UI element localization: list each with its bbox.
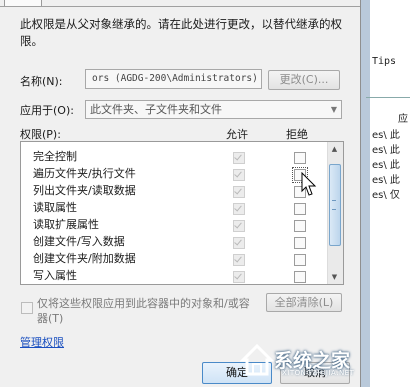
apply-to-select[interactable]: 此文件夹、子文件夹和文件 ▼	[85, 100, 342, 119]
allow-checkbox[interactable]	[233, 203, 245, 215]
background-row: es\ 此	[372, 175, 400, 186]
chevron-down-icon: ▼	[330, 105, 337, 114]
manage-permissions-link[interactable]: 管理权限	[20, 334, 64, 350]
allow-checkbox[interactable]	[233, 220, 245, 232]
permission-label: 读取扩展属性	[33, 218, 99, 231]
deny-checkbox[interactable]	[294, 220, 306, 232]
allow-checkbox[interactable]	[233, 152, 245, 164]
apply-only-label: 仅将这些权限应用到此容器中的对象和/或容器(T)	[37, 297, 250, 325]
deny-checkbox[interactable]	[294, 203, 306, 215]
permissions-label: 权限(P):	[20, 128, 61, 141]
background-row: es\ 仅	[372, 190, 400, 201]
allow-checkbox[interactable]	[233, 237, 245, 249]
allow-checkbox[interactable]	[233, 169, 245, 181]
watermark-subtext: XITONGZHIJIA.NET	[282, 369, 355, 377]
scroll-thumb-grip-icon	[332, 200, 336, 210]
deny-header: 拒绝	[286, 128, 308, 141]
deny-checkbox[interactable]	[294, 237, 306, 249]
permission-row: 遍历文件夹/执行文件	[21, 165, 327, 183]
permissions-list: 完全控制 遍历文件夹/执行文件 列出文件夹/读取数据 读取属性 读取扩展属性 创…	[20, 141, 344, 285]
permission-row: 列出文件夹/读取数据	[21, 182, 327, 199]
apply-only-checkbox[interactable]	[21, 302, 33, 314]
name-field[interactable]: ors (AGDG-200\Administrators)	[85, 69, 262, 89]
allow-checkbox[interactable]	[233, 271, 245, 283]
mouse-cursor-icon	[301, 172, 317, 196]
allow-checkbox[interactable]	[233, 254, 245, 266]
deny-checkbox[interactable]	[294, 271, 306, 283]
permission-entry-dialog: 此权限是从父对象继承的。请在此处进行更改，以替代继承的权限。 名称(N): or…	[0, 0, 361, 387]
permission-row: 读取扩展属性	[21, 216, 327, 233]
permission-row: 完全控制	[21, 148, 327, 165]
permission-label: 读取属性	[33, 201, 77, 214]
permission-label: 遍历文件夹/执行文件	[33, 167, 136, 180]
permission-row: 创建文件夹/附加数据	[21, 250, 327, 267]
deny-checkbox[interactable]	[294, 254, 306, 266]
permission-label: 写入属性	[33, 269, 77, 282]
background-column-char: 应	[398, 114, 408, 125]
allow-checkbox[interactable]	[233, 186, 245, 198]
background-row: es\ 此	[372, 160, 400, 171]
scroll-down-arrow-icon[interactable]: ▼	[327, 270, 342, 284]
site-watermark: 系统之家 XITONGZHIJIA.NET	[240, 336, 408, 382]
background-tips-text: Tips	[372, 56, 397, 67]
house-logo-icon	[240, 343, 274, 376]
clear-all-button[interactable]: 全部清除(L)	[266, 293, 342, 312]
name-label: 名称(N):	[20, 75, 63, 88]
permission-row: 写入属性	[21, 267, 327, 284]
apply-to-value: 此文件夹、子文件夹和文件	[90, 103, 222, 116]
background-separator	[366, 97, 410, 98]
background-row: es\ 此	[372, 130, 400, 141]
permission-label: 完全控制	[33, 150, 77, 163]
apply-to-label: 应用于(O):	[20, 104, 74, 117]
allow-header: 允许	[226, 128, 248, 141]
background-row: es\ 此	[372, 145, 400, 156]
permission-label: 列出文件夹/读取数据	[33, 184, 136, 197]
inheritance-description: 此权限是从父对象继承的。请在此处进行更改，以替代继承的权限。	[20, 17, 342, 48]
permission-row: 读取属性	[21, 199, 327, 216]
scroll-up-arrow-icon[interactable]: ▲	[327, 142, 342, 156]
permission-row: 创建文件/写入数据	[21, 233, 327, 250]
tab-divider	[0, 6, 360, 7]
permission-label: 创建文件/写入数据	[33, 235, 125, 248]
change-button[interactable]: 更改(C)...	[268, 70, 340, 90]
permission-label: 创建文件夹/附加数据	[33, 252, 136, 265]
deny-checkbox[interactable]	[294, 152, 306, 164]
background-window-frame	[360, 0, 370, 387]
